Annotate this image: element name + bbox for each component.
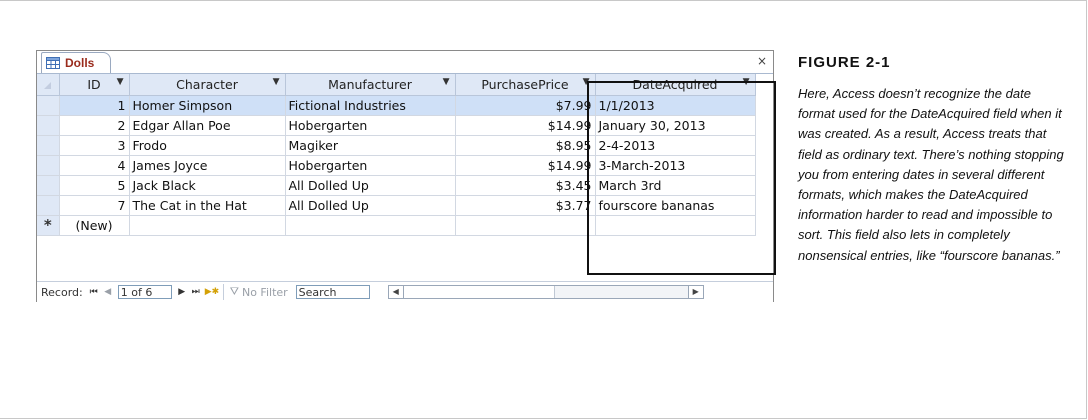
close-icon[interactable]: × [757, 54, 767, 68]
datasheet-grid: ID ▼ Character ▼ Manufacturer ▼ PurchasePri… [37, 74, 756, 236]
table-row[interactable]: 2 Edgar Allan Poe Hobergarten $14.99 Jan… [37, 115, 756, 136]
table-row[interactable]: 7 The Cat in the Hat All Dolled Up $3.77… [37, 195, 756, 216]
tab-dolls[interactable]: Dolls [41, 52, 111, 73]
column-header-id[interactable]: ID ▼ [59, 74, 130, 96]
no-filter-button[interactable]: ⛛ No Filter [230, 285, 288, 299]
row-selector[interactable] [37, 195, 60, 216]
record-label: Record: [41, 285, 83, 299]
scroll-right-icon[interactable]: ▶ [687, 286, 703, 298]
cell-date[interactable]: fourscore bananas [595, 195, 756, 216]
cell-price[interactable]: $8.95 [455, 135, 596, 156]
table-row[interactable]: 5 Jack Black All Dolled Up $3.45 March 3… [37, 175, 756, 196]
cell-id[interactable]: 4 [59, 155, 130, 176]
cell-manufacturer[interactable]: All Dolled Up [285, 195, 456, 216]
new-record-row[interactable]: * (New) [37, 215, 756, 236]
cell-date-new[interactable] [595, 215, 756, 236]
cell-price[interactable]: $3.45 [455, 175, 596, 196]
scroll-thumb[interactable] [403, 286, 555, 298]
row-selector[interactable] [37, 155, 60, 176]
cell-id[interactable]: 5 [59, 175, 130, 196]
table-icon [46, 57, 60, 69]
row-selector[interactable] [37, 115, 60, 136]
new-record-marker: * [37, 215, 60, 236]
divider [222, 284, 224, 300]
table-row[interactable]: 3 Frodo Magiker $8.95 2-4-2013 [37, 135, 756, 156]
row-selector[interactable] [37, 95, 60, 116]
cell-id[interactable]: 2 [59, 115, 130, 136]
header-row: ID ▼ Character ▼ Manufacturer ▼ PurchasePri… [37, 74, 756, 96]
cell-date[interactable]: January 30, 2013 [595, 115, 756, 136]
cell-character[interactable]: The Cat in the Hat [129, 195, 286, 216]
document-tab-strip: Dolls × [37, 51, 773, 74]
cell-manufacturer[interactable]: Magiker [285, 135, 456, 156]
cell-price[interactable]: $14.99 [455, 115, 596, 136]
column-header-character[interactable]: Character ▼ [129, 74, 286, 96]
cell-manufacturer[interactable]: Hobergarten [285, 155, 456, 176]
column-header-dateacquired[interactable]: DateAcquired ▼ [595, 74, 756, 96]
cell-character[interactable]: Homer Simpson [129, 95, 286, 116]
tab-label: Dolls [65, 56, 95, 70]
current-record-field[interactable]: 1 of 6 [117, 285, 172, 299]
column-header-purchaseprice[interactable]: PurchasePrice ▼ [455, 74, 596, 96]
chevron-down-icon[interactable]: ▼ [743, 77, 750, 87]
cell-date[interactable]: March 3rd [595, 175, 756, 196]
chevron-down-icon[interactable]: ▼ [117, 77, 124, 87]
filter-icon: ⛛ [229, 285, 239, 298]
column-header-manufacturer[interactable]: Manufacturer ▼ [285, 74, 456, 96]
select-all-corner[interactable] [37, 74, 60, 96]
record-navigation-bar: Record: ⏮ ◀ 1 of 6 ▶ ⏭ ▶✱ ⛛ No Filter Se… [37, 281, 773, 302]
chevron-down-icon[interactable]: ▼ [583, 77, 590, 87]
cell-character[interactable]: Edgar Allan Poe [129, 115, 286, 136]
cell-manufacturer-new[interactable] [285, 215, 456, 236]
cell-id[interactable]: 7 [59, 195, 130, 216]
last-record-icon[interactable]: ⏭ [191, 287, 201, 297]
row-selector[interactable] [37, 135, 60, 156]
horizontal-scrollbar[interactable]: ◀ ▶ [387, 285, 704, 299]
cell-price-new[interactable] [455, 215, 596, 236]
search-input[interactable]: Search [295, 285, 370, 299]
chevron-down-icon[interactable]: ▼ [443, 77, 450, 87]
chevron-down-icon[interactable]: ▼ [273, 77, 280, 87]
cell-date[interactable]: 3-March-2013 [595, 155, 756, 176]
cell-character[interactable]: Jack Black [129, 175, 286, 196]
cell-price[interactable]: $7.99 [455, 95, 596, 116]
first-record-icon[interactable]: ⏮ [89, 287, 99, 297]
scroll-left-icon[interactable]: ◀ [388, 286, 404, 298]
cell-manufacturer[interactable]: All Dolled Up [285, 175, 456, 196]
cell-price[interactable]: $3.77 [455, 195, 596, 216]
cell-character[interactable]: James Joyce [129, 155, 286, 176]
cell-id[interactable]: 3 [59, 135, 130, 156]
previous-record-icon[interactable]: ◀ [103, 287, 113, 297]
next-record-icon[interactable]: ▶ [177, 287, 187, 297]
filter-label: No Filter [241, 285, 288, 299]
cell-id[interactable]: 1 [59, 95, 130, 116]
cell-manufacturer[interactable]: Fictional Industries [285, 95, 456, 116]
cell-character[interactable]: Frodo [129, 135, 286, 156]
cell-price[interactable]: $14.99 [455, 155, 596, 176]
row-selector[interactable] [37, 175, 60, 196]
datasheet-window: Dolls × ID ▼ Character ▼ Manufacturer ▼ Pur… [36, 50, 774, 302]
cell-date[interactable]: 1/1/2013 [595, 95, 756, 116]
new-record-icon[interactable]: ▶✱ [205, 287, 219, 297]
table-row[interactable]: 1 Homer Simpson Fictional Industries $7.… [37, 95, 756, 116]
figure-title: FIGURE 2-1 [798, 54, 891, 71]
table-row[interactable]: 4 James Joyce Hobergarten $14.99 3-March… [37, 155, 756, 176]
cell-manufacturer[interactable]: Hobergarten [285, 115, 456, 136]
cell-character-new[interactable] [129, 215, 286, 236]
cell-id-new[interactable]: (New) [59, 215, 130, 236]
cell-date[interactable]: 2-4-2013 [595, 135, 756, 156]
figure-caption: Here, Access doesn’t recognize the date … [798, 86, 1064, 263]
